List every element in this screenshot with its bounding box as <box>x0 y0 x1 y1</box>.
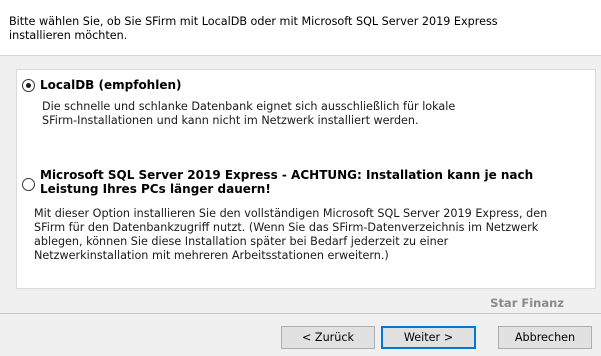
option-sqlserver-desc-line-3: ablegen, können Sie diese Installation s… <box>34 235 449 248</box>
header-area: Bitte wählen Sie, ob Sie SFirm mit Local… <box>0 0 601 56</box>
back-button[interactable]: < Zurück <box>281 326 375 349</box>
option-localdb-title[interactable]: LocalDB (empfohlen) <box>40 78 580 92</box>
intro-line-2: installieren möchten. <box>9 29 128 42</box>
option-sqlserver-description: Mit dieser Option installieren Sie den v… <box>34 207 584 263</box>
option-localdb-desc-line-2: SFirm-Installationen und kann nicht im N… <box>42 114 419 127</box>
radio-sqlserver[interactable] <box>22 178 35 191</box>
option-localdb-description: Die schnelle und schlanke Datenbank eign… <box>42 100 582 128</box>
intro-line-1: Bitte wählen Sie, ob Sie SFirm mit Local… <box>9 15 498 28</box>
cancel-button[interactable]: Abbrechen <box>498 326 592 349</box>
intro-text: Bitte wählen Sie, ob Sie SFirm mit Local… <box>9 15 589 43</box>
options-panel: LocalDB (empfohlen) Die schnelle und sch… <box>16 69 596 289</box>
option-sqlserver-title[interactable]: Microsoft SQL Server 2019 Express - ACHT… <box>40 168 580 196</box>
footer-divider <box>0 313 601 314</box>
radio-localdb[interactable] <box>22 79 35 92</box>
option-sqlserver-desc-line-4: Netzwerkinstallation mit mehreren Arbeit… <box>34 249 389 262</box>
option-sqlserver-desc-line-1: Mit dieser Option installieren Sie den v… <box>34 207 548 220</box>
brand-label: Star Finanz <box>490 296 564 310</box>
next-button[interactable]: Weiter > <box>381 326 476 349</box>
radio-selected-dot-icon <box>26 83 31 88</box>
option-sqlserver-title-line-2[interactable]: Leistung Ihres PCs länger dauern! <box>40 182 580 196</box>
option-sqlserver-desc-line-2: SFirm für den Datenbankzugriff nutzt. (W… <box>34 221 539 234</box>
option-sqlserver-title-line-1[interactable]: Microsoft SQL Server 2019 Express - ACHT… <box>40 168 580 182</box>
option-localdb-desc-line-1: Die schnelle und schlanke Datenbank eign… <box>42 100 456 113</box>
